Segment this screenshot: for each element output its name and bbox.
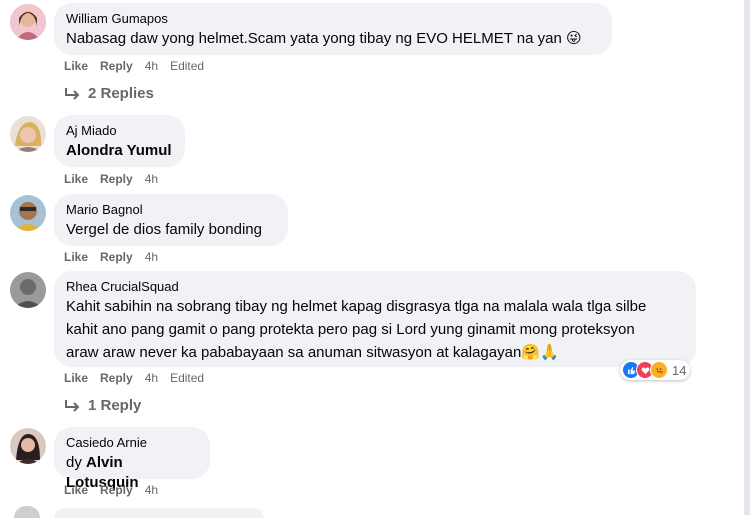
replies-count[interactable]: 2 Replies — [88, 85, 154, 102]
avatar[interactable] — [10, 116, 46, 152]
comment-text-line: Kahit sabihin na sobrang tibay ng helmet… — [66, 298, 647, 315]
comment-actions: Like Reply 4h Edited — [64, 371, 204, 385]
comment-bubble: Casiedo Arnie dy Alvin Lotusquin — [54, 427, 210, 491]
comment-text: Nabasag daw yong helmet.Scam yata yong t… — [66, 30, 582, 47]
comment-text: Vergel de dios family bonding — [66, 221, 262, 238]
like-button[interactable]: Like — [64, 483, 88, 497]
avatar[interactable] — [10, 4, 46, 40]
like-button[interactable]: Like — [64, 172, 88, 186]
next-comment-avatar — [14, 506, 40, 518]
next-comment-bubble — [54, 508, 264, 518]
replies-count[interactable]: 1 Reply — [88, 397, 141, 414]
avatar-image-icon — [10, 116, 46, 152]
reply-arrow-icon — [65, 87, 80, 100]
timestamp[interactable]: 4h — [145, 250, 158, 264]
reply-arrow-icon — [65, 399, 80, 412]
avatar[interactable] — [10, 272, 46, 308]
comment-text-line: araw araw never ka pababayaan sa anuman … — [66, 344, 559, 361]
comment-actions: Like Reply 4h Edited — [64, 59, 204, 73]
comment-bubble: Aj Miado Alondra Yumul — [54, 115, 185, 167]
comment-actions: Like Reply 4h — [64, 483, 158, 497]
comment-author[interactable]: Aj Miado — [66, 123, 173, 139]
reaction-summary[interactable]: 14 — [620, 360, 691, 380]
comment-prefix: dy — [66, 454, 82, 471]
reaction-count[interactable]: 14 — [672, 363, 686, 378]
like-button[interactable]: Like — [64, 250, 88, 264]
comment-bubble: Mario Bagnol Vergel de dios family bondi… — [54, 194, 288, 246]
comment-actions: Like Reply 4h — [64, 172, 158, 186]
avatar-image-icon — [10, 195, 46, 231]
timestamp[interactable]: 4h — [145, 59, 158, 73]
reply-button[interactable]: Reply — [100, 371, 133, 385]
timestamp[interactable]: 4h — [145, 371, 158, 385]
comment-actions: Like Reply 4h — [64, 250, 158, 264]
like-button[interactable]: Like — [64, 371, 88, 385]
comment-author[interactable]: Rhea CrucialSquad — [66, 279, 684, 295]
like-button[interactable]: Like — [64, 59, 88, 73]
comment-bubble: William Gumapos Nabasag daw yong helmet.… — [54, 3, 612, 55]
timestamp[interactable]: 4h — [145, 172, 158, 186]
mention-link[interactable]: Alondra Yumul — [66, 141, 173, 161]
timestamp[interactable]: 4h — [145, 483, 158, 497]
reply-button[interactable]: Reply — [100, 59, 133, 73]
reply-button[interactable]: Reply — [100, 483, 133, 497]
avatar-image-icon — [10, 428, 46, 464]
avatar-image-icon — [10, 4, 46, 40]
avatar[interactable] — [10, 428, 46, 464]
reply-button[interactable]: Reply — [100, 250, 133, 264]
comment-author[interactable]: Casiedo Arnie — [66, 435, 198, 451]
reply-button[interactable]: Reply — [100, 172, 133, 186]
edited-label: Edited — [170, 371, 205, 385]
comment-author[interactable]: William Gumapos — [66, 11, 600, 27]
avatar[interactable] — [10, 195, 46, 231]
avatar-image-icon — [10, 272, 46, 308]
comment-text-line: kahit ano pang gamit o pang protekta per… — [66, 321, 635, 338]
comment-bubble: Rhea CrucialSquad Kahit sabihin na sobra… — [54, 271, 696, 367]
view-replies-link[interactable]: 1 Reply — [64, 397, 141, 414]
comment-author[interactable]: Mario Bagnol — [66, 202, 276, 218]
scrollbar-track[interactable] — [744, 0, 750, 515]
view-replies-link[interactable]: 2 Replies — [64, 85, 154, 102]
edited-label: Edited — [170, 59, 205, 73]
care-reaction-icon — [650, 361, 668, 379]
